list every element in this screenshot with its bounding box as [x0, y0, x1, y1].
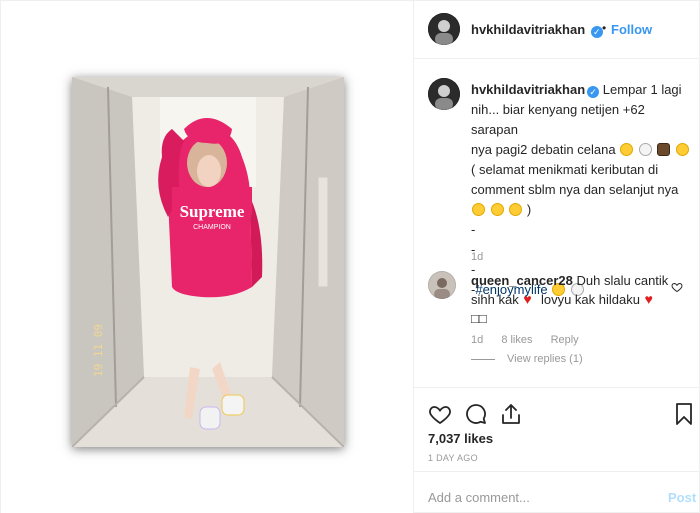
author-avatar[interactable] — [428, 13, 460, 45]
comment-item: queen_cancer28 Duh slalu cantik sihh kak… — [471, 271, 671, 328]
hoodie-brand-text: Supreme — [180, 202, 245, 221]
comment-meta: 1d 8 likes Reply — [471, 334, 594, 346]
post-sidebar: hvkhildavitriakhan ✓ • Follow hvkhildavi… — [414, 1, 700, 513]
speech-bubble-icon[interactable] — [464, 402, 488, 426]
heart-eyes-emoji-icon — [523, 290, 536, 309]
avatar-image — [428, 13, 460, 45]
caption-text-line1: Lempar 1 lagi — [602, 82, 682, 97]
follow-button[interactable]: Follow — [611, 22, 652, 37]
heart-eyes-emoji-icon — [645, 290, 658, 309]
heart-outline-icon[interactable] — [428, 402, 452, 426]
verified-badge-icon: ✓ — [587, 86, 600, 98]
grin-emoji-icon — [676, 143, 690, 156]
share-upload-icon[interactable] — [499, 402, 523, 426]
author-username[interactable]: hvkhildavitriakhan ✓ — [471, 22, 603, 38]
avatar-image — [428, 78, 460, 110]
header-username-text[interactable]: hvkhildavitriakhan — [471, 22, 585, 37]
avatar-image — [428, 271, 456, 299]
post-comment-button[interactable]: Post — [668, 490, 696, 505]
bookmark-icon[interactable] — [672, 402, 696, 426]
verified-badge-icon: ✓ — [590, 26, 603, 38]
view-replies-label[interactable]: View replies (1) — [507, 353, 583, 365]
caption-text-line5: comment sblm nya dan selanjut nya — [471, 182, 679, 197]
tongue-emoji-icon — [509, 203, 523, 216]
caption-text-line2: nih... biar kenyang netijen +62 sarapan — [471, 102, 645, 137]
caption-text-line4: ( selamat menikmati keributan di — [471, 162, 659, 177]
caption-dash-1: - — [471, 222, 476, 237]
post-caption: hvkhildavitriakhan ✓ Lempar 1 lagi nih...… — [471, 80, 693, 300]
replies-divider — [471, 358, 495, 360]
caption-username[interactable]: hvkhildavitriakhan — [471, 82, 585, 97]
caption-text-line6: ) — [526, 202, 532, 217]
comment-text-3: lovyu kak hildaku — [540, 292, 640, 307]
commenter-username[interactable]: queen_cancer28 — [471, 273, 573, 288]
ghost-emoji-icon — [638, 143, 652, 156]
instagram-post: Supreme CHAMPION 19 11 09 hvkhildavitria… — [0, 0, 700, 513]
action-bar — [414, 387, 700, 435]
photo-date-stamp: 19 11 09 — [92, 324, 105, 377]
post-header: hvkhildavitriakhan ✓ • Follow — [414, 1, 700, 59]
view-replies-button[interactable]: View replies (1) — [471, 353, 583, 365]
post-timestamp[interactable]: 1 DAY AGO — [428, 453, 478, 463]
comment-timestamp[interactable]: 1d — [471, 334, 483, 346]
comment-text-1: Duh slalu cantik — [576, 273, 669, 288]
caption-dash-2: - — [471, 242, 476, 257]
monkey-emoji-icon — [657, 143, 671, 156]
comment-like-heart-icon[interactable] — [671, 281, 683, 293]
post-media-area: Supreme CHAMPION 19 11 09 — [1, 1, 414, 513]
caption-timestamp[interactable]: 1d — [471, 251, 483, 263]
header-separator: • — [602, 21, 607, 35]
caption-avatar[interactable] — [428, 78, 460, 110]
commenter-avatar[interactable] — [428, 271, 456, 299]
post-photo[interactable]: Supreme CHAMPION 19 11 09 — [72, 77, 344, 447]
photo-illustration: Supreme CHAMPION 19 11 09 — [72, 77, 344, 447]
comment-likes-count[interactable]: 8 likes — [501, 334, 532, 346]
grimace-emoji-icon — [472, 203, 485, 216]
add-comment-bar: Add a comment... Post — [414, 471, 700, 513]
reply-button[interactable]: Reply — [551, 334, 579, 346]
comment-input[interactable]: Add a comment... — [428, 490, 530, 505]
comment-text-4: □□ — [471, 311, 487, 326]
caption-text-line3: nya pagi2 debatin celana — [471, 142, 616, 157]
comment-text-2: sihh kak — [471, 292, 519, 307]
rofl-emoji-icon — [620, 143, 634, 156]
hoodie-sub-text: CHAMPION — [193, 224, 231, 231]
rofl-emoji-icon — [490, 203, 504, 216]
likes-count[interactable]: 7,037 likes — [428, 431, 493, 446]
